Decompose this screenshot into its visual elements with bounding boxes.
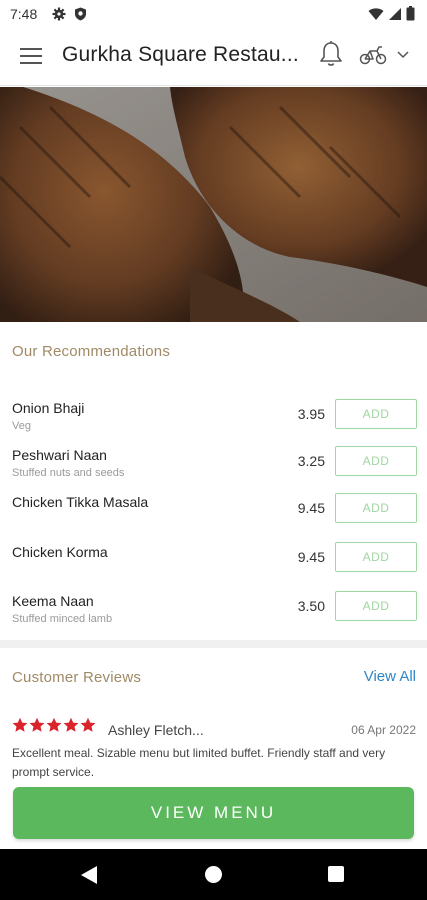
list-item: Onion Bhaji Veg 3.95 ADD xyxy=(0,390,427,438)
star-rating xyxy=(12,717,96,733)
back-icon[interactable] xyxy=(80,865,98,885)
item-name: Keema Naan xyxy=(12,593,94,609)
add-button[interactable]: ADD xyxy=(335,446,417,476)
signal-icon xyxy=(389,7,401,20)
menu-icon[interactable] xyxy=(20,45,42,67)
battery-icon xyxy=(406,6,415,21)
item-price: 3.50 xyxy=(297,598,325,614)
list-item: Chicken Korma 9.45 ADD xyxy=(0,533,427,582)
recent-apps-icon[interactable] xyxy=(328,866,344,882)
item-name: Chicken Tikka Masala xyxy=(12,494,149,510)
list-item: Keema Naan Stuffed minced lamb 3.50 ADD xyxy=(0,582,427,632)
item-price: 3.95 xyxy=(297,406,325,422)
recommendations-list: Onion Bhaji Veg 3.95 ADD Peshwari Naan S… xyxy=(0,390,427,632)
delivery-bike-icon[interactable] xyxy=(358,42,388,66)
star-icon xyxy=(46,717,62,732)
hero-food-image xyxy=(0,87,427,322)
item-name: Peshwari Naan xyxy=(12,447,107,463)
status-bar: 7:48 xyxy=(0,0,427,28)
page-title: Gurkha Square Restau... xyxy=(62,43,299,66)
add-button[interactable]: ADD xyxy=(335,542,417,572)
item-price: 9.45 xyxy=(297,500,325,516)
item-price: 3.25 xyxy=(297,453,325,469)
app-bar: Gurkha Square Restau... xyxy=(0,28,427,86)
item-name: Chicken Korma xyxy=(12,544,108,560)
chevron-down-icon[interactable] xyxy=(396,48,410,60)
item-description: Stuffed minced lamb xyxy=(12,613,113,625)
add-button[interactable]: ADD xyxy=(335,591,417,621)
gear-icon xyxy=(52,7,66,21)
review-date: 06 Apr 2022 xyxy=(351,723,416,737)
star-icon xyxy=(80,717,96,732)
status-time: 7:48 xyxy=(10,6,38,22)
home-icon[interactable] xyxy=(205,866,222,883)
add-button[interactable]: ADD xyxy=(335,399,417,429)
star-icon xyxy=(63,717,79,732)
list-item: Chicken Tikka Masala 9.45 ADD xyxy=(0,485,427,533)
view-all-link[interactable]: View All xyxy=(364,668,416,685)
item-price: 9.45 xyxy=(297,549,325,565)
item-description: Stuffed nuts and seeds xyxy=(12,467,125,479)
view-menu-button[interactable]: VIEW MENU xyxy=(13,787,414,839)
reviewer-name: Ashley Fletch... xyxy=(108,722,204,738)
shield-icon xyxy=(75,7,86,21)
system-nav-bar xyxy=(0,849,427,900)
reviews-title: Customer Reviews xyxy=(12,669,142,686)
star-icon xyxy=(29,717,45,732)
section-divider xyxy=(0,640,427,648)
list-item: Peshwari Naan Stuffed nuts and seeds 3.2… xyxy=(0,438,427,485)
star-icon xyxy=(12,717,28,732)
item-name: Onion Bhaji xyxy=(12,400,85,416)
bell-icon[interactable] xyxy=(318,40,344,68)
recommendations-title: Our Recommendations xyxy=(12,343,171,360)
review-text: Excellent meal. Sizable menu but limited… xyxy=(12,746,386,779)
add-button[interactable]: ADD xyxy=(335,493,417,523)
wifi-icon xyxy=(368,7,384,20)
item-description: Veg xyxy=(12,420,31,432)
